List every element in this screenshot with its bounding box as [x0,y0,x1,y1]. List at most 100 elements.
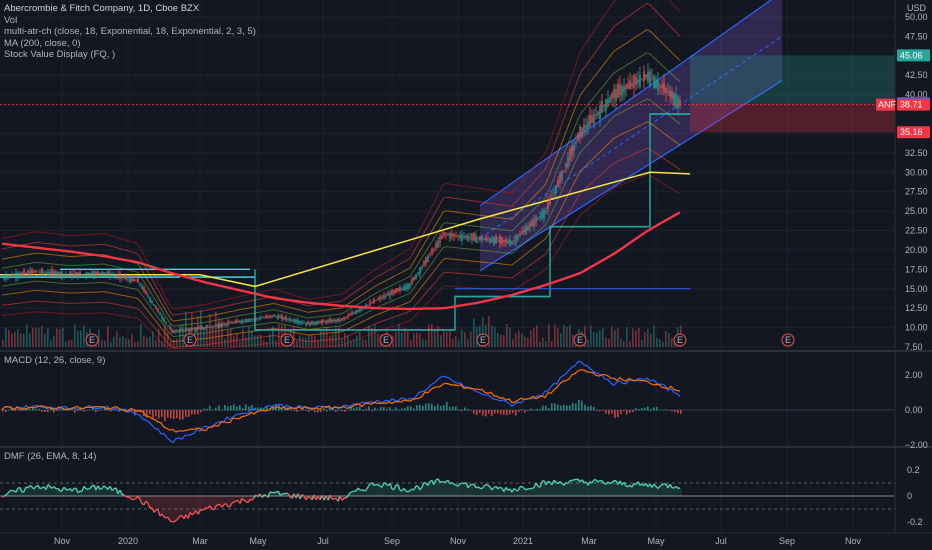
macd-histogram-bar [479,410,481,413]
macd-label[interactable]: MACD (12, 26, close, 9) [4,355,105,367]
candle-body [375,300,377,302]
legend-atr-channel[interactable]: multi-atr-ch (close, 18, Exponential, 18… [4,26,256,38]
volume-bar [152,331,154,347]
dmf-fill [160,496,162,517]
symbol-title[interactable]: Abercrombie & Fitch Company, 1D, Cboe BZ… [4,3,256,15]
volume-bar [74,324,76,347]
macd-histogram-bar [95,410,97,413]
candle-body [543,209,545,219]
candle-body [73,273,75,276]
macd-histogram-bar [518,410,520,412]
candle-body [657,80,659,90]
earnings-marker[interactable]: E [85,333,99,347]
dmf-fill [600,480,602,496]
dmf-fill [606,484,608,496]
macd-histogram-bar [599,410,601,412]
candle-body [163,318,165,323]
price-tag[interactable]: 35.16 [897,126,930,139]
candle-body [271,315,273,318]
volume-bar [38,327,40,347]
dmf-line-seg [351,490,355,493]
earnings-label: E [677,335,683,345]
earnings-marker[interactable]: E [280,333,294,347]
dmf-fill [512,492,514,496]
candle-body [595,114,597,116]
candle-body [227,321,229,326]
earnings-marker[interactable]: E [673,333,687,347]
candle-body [45,272,47,274]
candle-body [553,192,555,194]
dmf-line-seg [373,483,377,487]
candle-body [387,293,389,296]
candle-body [489,238,491,243]
dmf-fill [576,479,578,496]
legend-stock-value[interactable]: Stock Value Display (FQ, ) [4,49,256,61]
candle-body [3,275,5,279]
candle-body [419,267,421,275]
dmf-fill [588,485,590,496]
dmf-fill [652,487,654,496]
price-tick-label: 15.00 [905,284,928,294]
dmf-fill [434,484,436,496]
candle-body [417,272,419,274]
volume-bar [317,339,319,347]
candle-body [51,269,53,276]
earnings-marker[interactable]: E [573,333,587,347]
dmf-fill [580,482,582,496]
macd-histogram-bar [200,410,202,413]
price-tag[interactable]: ANF 38.71 [876,98,930,111]
earnings-marker[interactable]: E [476,333,490,347]
volume-bar [293,326,295,347]
candle-body [101,271,103,277]
macd-histogram-bar [608,410,610,415]
chart-canvas[interactable]: EEEEEEEE 50.0047.5042.5040.0035.0032.503… [0,0,932,550]
price-tag[interactable]: 45.06 [897,49,930,62]
macd-histogram-bar [347,410,349,411]
candle-body [567,156,569,168]
candle-body [409,283,411,288]
dmf-label[interactable]: DMF (26, EMA, 8, 14) [4,451,96,463]
volume-bar [272,326,274,347]
candle-body [521,231,523,234]
volume-bar [77,330,79,347]
volume-bar [131,334,133,347]
macd-histogram-bar [389,407,391,411]
volume-bar [248,326,250,347]
volume-bar [437,326,439,347]
dmf-fill [590,481,592,496]
candle-body [665,87,667,93]
candle-body [129,277,131,283]
candle-body [257,318,259,320]
dmf-fill [28,487,30,496]
volume-bar [32,327,34,347]
macd-histogram-bar [611,410,613,414]
earnings-marker[interactable]: E [183,333,197,347]
candle-body [675,94,677,108]
earnings-marker[interactable]: E [781,333,795,347]
earnings-marker[interactable]: E [379,333,393,347]
legend-ma200[interactable]: MA (200, close, 0) [4,38,256,50]
candle-body [113,275,115,277]
dmf-fill [228,496,230,507]
macd-histogram-bar [155,410,157,417]
volume-bar [599,330,601,347]
time-tick-label: May [647,536,665,546]
macd-histogram-bar [356,407,358,411]
legend-vol[interactable]: Vol [4,15,256,27]
macd-histogram-bar [617,410,619,418]
candle-body [85,272,87,277]
candle-body [289,318,291,322]
dmf-fill [648,486,650,496]
candle-body [167,325,169,327]
candle-body [109,272,111,278]
candle-body [241,319,243,324]
candle-body [559,172,561,183]
dmf-fill [634,483,636,496]
volume-bar [221,319,223,347]
candle-body [117,274,119,278]
candle-body [339,319,341,321]
volume-bar [407,331,409,347]
macd-histogram-bar [497,410,499,414]
macd-histogram-bar [494,410,496,414]
candle-body [59,272,61,275]
